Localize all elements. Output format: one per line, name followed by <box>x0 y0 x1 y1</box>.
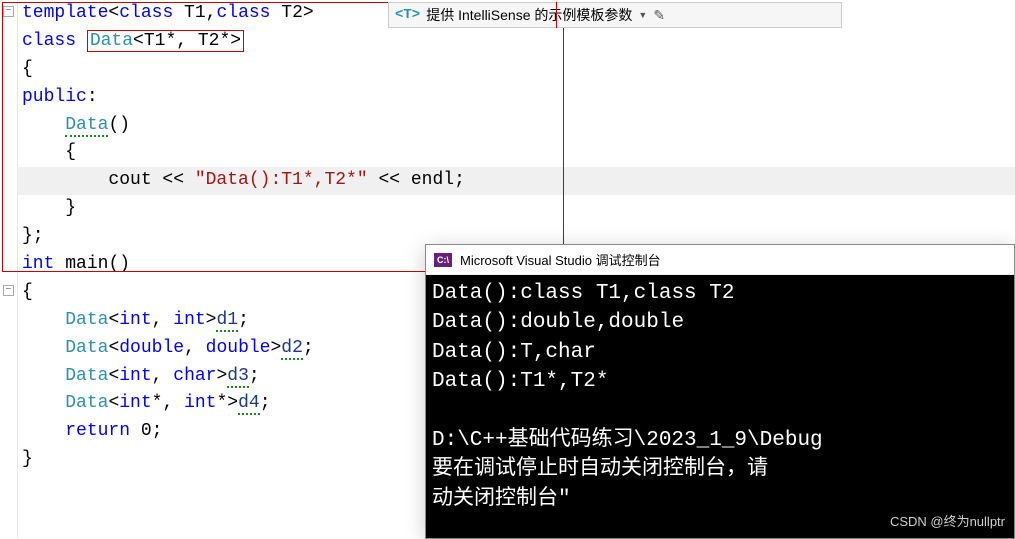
code-line[interactable]: class Data<T1*, T2*> <box>18 28 1015 56</box>
code-line[interactable]: { <box>18 56 1015 84</box>
vs-console-icon: C:\ <box>434 253 452 267</box>
collapse-toggle[interactable]: − <box>3 6 14 17</box>
class-template-highlight: Data<T1*, T2*> <box>87 30 244 52</box>
gutter: − − <box>0 0 18 538</box>
code-line-current[interactable]: cout << "Data():T1*,T2*" << endl; <box>18 167 1015 195</box>
collapse-toggle[interactable]: − <box>3 285 14 296</box>
intellisense-bar[interactable]: <T> 提供 IntelliSense 的示例模板参数 ▼ ✎ <box>388 2 842 28</box>
code-line[interactable]: Data() <box>18 112 1015 140</box>
console-title: Microsoft Visual Studio 调试控制台 <box>460 250 661 269</box>
intellisense-label: 提供 IntelliSense 的示例模板参数 <box>426 5 632 25</box>
console-titlebar[interactable]: C:\ Microsoft Visual Studio 调试控制台 <box>426 245 1014 275</box>
annotation-divider <box>556 2 557 28</box>
pencil-icon[interactable]: ✎ <box>653 7 665 24</box>
watermark: CSDN @终为nullptr <box>890 511 1005 530</box>
code-line[interactable]: public: <box>18 84 1015 112</box>
code-line[interactable]: } <box>18 195 1015 223</box>
console-window[interactable]: C:\ Microsoft Visual Studio 调试控制台 Data()… <box>425 244 1015 539</box>
chevron-down-icon[interactable]: ▼ <box>638 10 647 20</box>
console-body[interactable]: Data():class T1,class T2 Data():double,d… <box>426 275 1014 538</box>
template-badge-icon: <T> <box>395 7 420 23</box>
code-line[interactable]: { <box>18 139 1015 167</box>
